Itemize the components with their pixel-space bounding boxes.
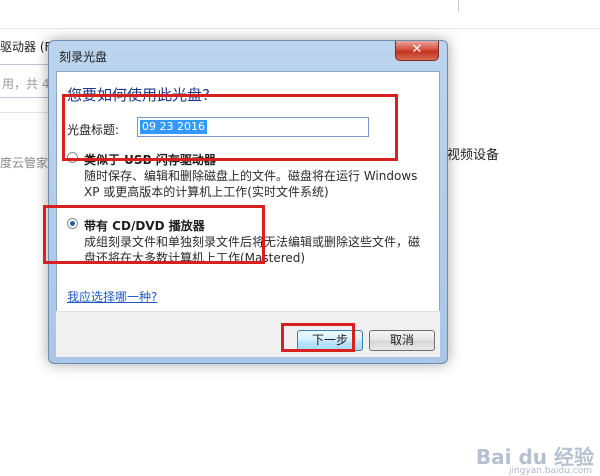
dialog-footer: 下一步 取消 — [56, 311, 440, 357]
help-choose-link[interactable]: 我应选择哪一种? — [67, 288, 157, 305]
drive-item-label[interactable]: 驱动器 (F: — [0, 38, 55, 55]
explorer-window-top — [0, 0, 600, 29]
column-divider — [458, 0, 459, 12]
cancel-button[interactable]: 取消 — [369, 330, 435, 351]
burn-disc-dialog: 刻录光盘 ✕ 您要如何使用此光盘? 光盘标题: 09 23 2016 类似于 U… — [48, 40, 448, 364]
divider — [0, 112, 48, 113]
baidu-watermark-url: jingyan.baidu.com — [508, 466, 592, 476]
option-usb-description: 随时保存、编辑和删除磁盘上的文件。磁盘将在运行 Windows XP 或更高版本… — [84, 169, 418, 199]
drive-usage-text: 用，共 4 — [2, 77, 50, 91]
video-device-item-label[interactable]: 视频设备 — [447, 144, 499, 163]
baidu-cloud-item-label[interactable]: 度云管家 — [0, 154, 48, 171]
close-icon: ✕ — [411, 42, 423, 57]
highlight-disc-title — [62, 94, 398, 161]
highlight-next-button — [281, 323, 355, 352]
highlight-cd-dvd-option — [43, 205, 265, 264]
close-button[interactable]: ✕ — [395, 41, 439, 61]
dialog-title: 刻录光盘 — [59, 50, 108, 64]
